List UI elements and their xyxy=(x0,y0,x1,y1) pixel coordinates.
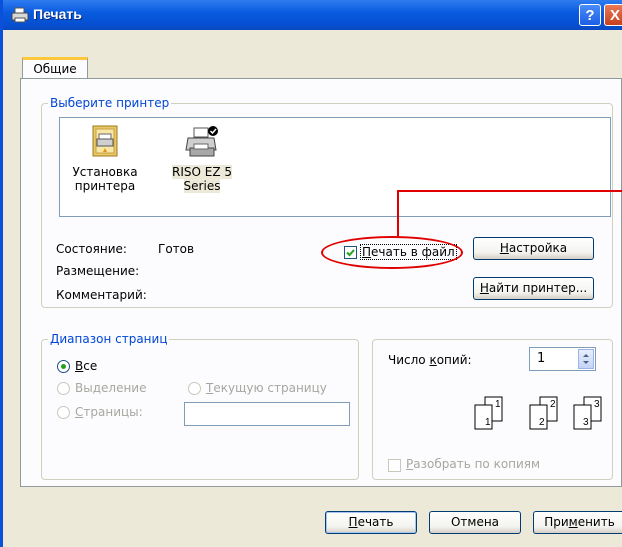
apply-pre: При xyxy=(544,515,569,529)
collate-checkbox[interactable] xyxy=(388,459,401,472)
settings-accel: Н xyxy=(499,241,509,255)
comment-label: Комментарий: xyxy=(56,288,147,302)
copies-label-pre: Число xyxy=(388,353,430,367)
page-range-legend: Диапазон страниц xyxy=(48,332,170,346)
apply-text: енить xyxy=(577,515,615,529)
find-printer-text: айти принтер... xyxy=(488,281,588,295)
collate-page-label: 1 xyxy=(495,399,501,410)
selection-text: еление xyxy=(101,381,147,395)
current-page-text: екущую страницу xyxy=(213,381,327,395)
printer-item-add[interactable]: Установка принтера xyxy=(66,124,144,193)
window-title: Печать xyxy=(33,6,82,22)
title-bar[interactable]: Печать ? X xyxy=(3,0,622,30)
print-button[interactable]: Печать xyxy=(325,511,417,534)
collate-page-label: 3 xyxy=(583,417,589,428)
radio-current-page-label[interactable]: Текущую страницу xyxy=(206,381,327,395)
collate-page-label: 3 xyxy=(594,399,600,410)
collate-page-label: 2 xyxy=(539,417,545,428)
pages-text: траницы: xyxy=(83,405,143,419)
pages-input[interactable] xyxy=(184,402,350,426)
up-down-arrows-icon xyxy=(583,354,589,364)
radio-pages-label[interactable]: Страницы: xyxy=(75,405,143,419)
printer-icon xyxy=(185,126,218,157)
printer-icon xyxy=(11,7,29,23)
collate-pages-icon: 1 1 2 2 3 3 xyxy=(474,396,602,430)
print-text: ечать xyxy=(357,515,394,529)
collate-page-label: 2 xyxy=(550,399,556,410)
radio-selection[interactable] xyxy=(57,382,70,395)
help-button[interactable]: ? xyxy=(579,4,601,26)
radio-pages[interactable] xyxy=(57,406,70,419)
find-printer-accel: Н xyxy=(479,281,489,295)
all-accel: В xyxy=(75,359,84,373)
printer-item-add-label2: принтера xyxy=(74,179,136,193)
add-printer-icon xyxy=(92,125,118,157)
apply-button[interactable]: Применить xyxy=(533,511,622,534)
copies-label: Число копий: xyxy=(388,353,472,367)
copies-label-accel: к xyxy=(429,353,437,367)
annotation-line-horizontal xyxy=(397,190,622,192)
find-printer-button[interactable]: Найти принтер... xyxy=(473,277,594,300)
collate-text: азобрать по копиям xyxy=(413,457,541,471)
printer-group-legend: Выберите принтер xyxy=(48,96,172,110)
status-label: Состояние: xyxy=(56,242,127,256)
cancel-button[interactable]: Отмена xyxy=(429,511,521,534)
all-text: се xyxy=(83,359,98,373)
radio-selection-label[interactable]: Выделение xyxy=(75,381,146,395)
spinner-buttons[interactable] xyxy=(578,349,594,369)
close-button[interactable]: X xyxy=(604,4,622,26)
selection-pre: Вы xyxy=(75,381,93,395)
radio-all-pages[interactable] xyxy=(57,360,70,373)
tab-general[interactable]: Общие xyxy=(22,57,88,79)
status-value: Готов xyxy=(158,242,195,256)
copies-label-post: опий: xyxy=(436,353,472,367)
selection-accel: д xyxy=(92,381,102,395)
radio-dot xyxy=(61,364,66,369)
collate-label[interactable]: Разобрать по копиям xyxy=(406,457,540,471)
apply-accel: м xyxy=(568,515,578,529)
printer-item-add-label1: Установка xyxy=(72,165,138,179)
settings-button[interactable]: Настройка xyxy=(473,237,594,260)
radio-current-page[interactable] xyxy=(188,382,201,395)
annotation-line-vertical xyxy=(397,192,399,238)
copies-value: 1 xyxy=(537,351,546,366)
location-label: Размещение: xyxy=(56,264,140,278)
print-dialog: Печать ? X Общие Выберите принтер Устано… xyxy=(0,0,622,547)
collate-page-label: 1 xyxy=(485,417,491,428)
printer-item-riso-label2: Series xyxy=(183,179,221,193)
print-accel: П xyxy=(348,515,358,529)
printer-item-riso[interactable]: RISO EZ 5 Series xyxy=(163,124,241,193)
annotation-ellipse xyxy=(321,236,463,269)
printer-list[interactable]: Установка принтера RISO EZ 5 Series xyxy=(59,117,611,217)
printer-item-riso-label1: RISO EZ 5 xyxy=(171,165,232,179)
radio-all-pages-label[interactable]: Все xyxy=(75,359,97,373)
settings-text: астройка xyxy=(508,241,568,255)
copies-spinner[interactable]: 1 xyxy=(529,347,596,371)
